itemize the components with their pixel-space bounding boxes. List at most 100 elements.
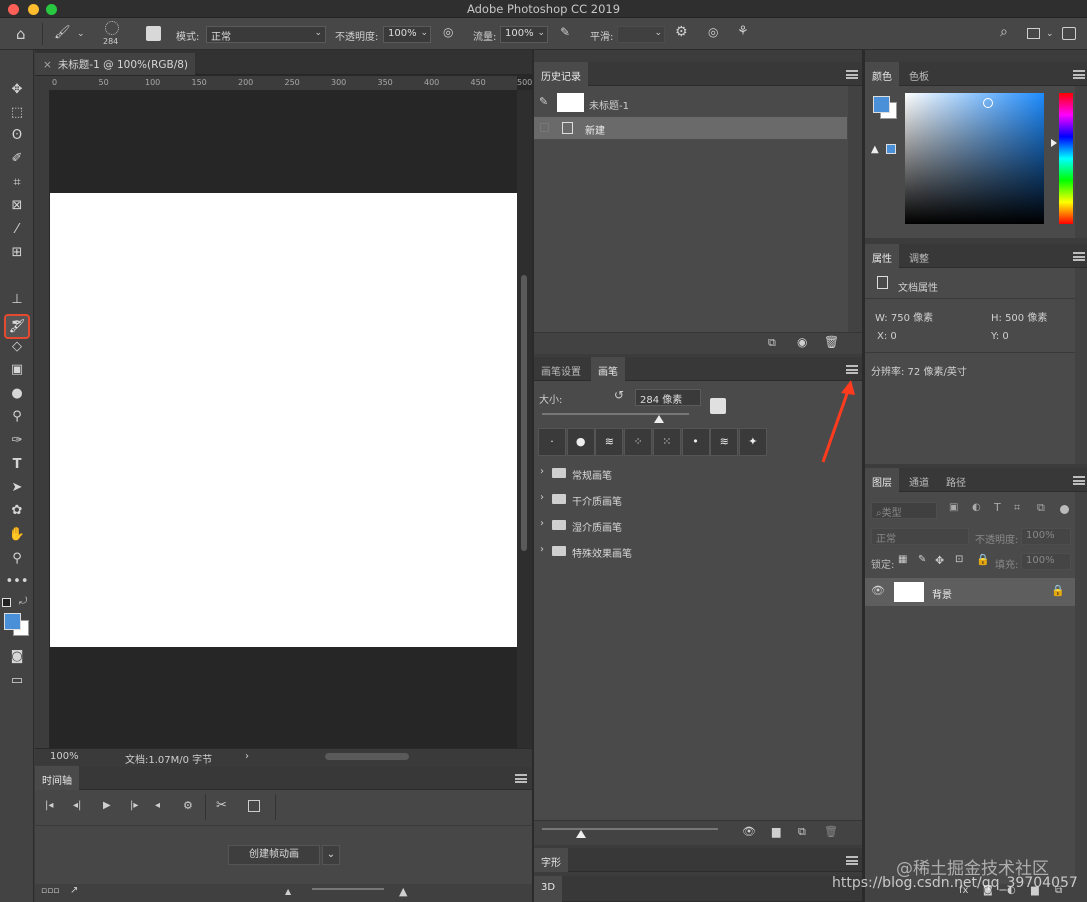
trash-icon[interactable]: 🗑 (824, 335, 839, 349)
layers-panel-menu-icon[interactable] (1073, 476, 1085, 485)
pen-tool-icon[interactable]: ✑ (0, 429, 34, 452)
first-frame-icon[interactable]: |◂ (45, 800, 53, 811)
chevron-right-icon[interactable]: › (540, 492, 544, 503)
pressure-size-icon[interactable]: ◎ (708, 25, 718, 39)
tab-color[interactable]: 颜色 (865, 62, 899, 86)
tab-layers[interactable]: 图层 (865, 468, 899, 492)
color-panel-menu-icon[interactable] (1073, 70, 1085, 79)
default-colors-icon[interactable] (2, 598, 11, 607)
blur-tool-icon[interactable]: ● (0, 382, 34, 405)
chevron-down-icon[interactable]: ⌄ (1046, 29, 1054, 39)
zoom-tool-icon[interactable]: ⚲ (0, 547, 34, 570)
workspace-icon[interactable] (1027, 28, 1040, 39)
next-frame-icon[interactable]: |▸ (130, 800, 138, 811)
folder-icon[interactable]: ▆ (772, 825, 780, 838)
flow-input[interactable]: 100% ⌄ (500, 26, 548, 43)
shape-tool-icon[interactable]: ✿ (0, 499, 34, 522)
chevron-down-icon[interactable]: ⌄ (322, 845, 340, 865)
shape-filter-icon[interactable]: ⌗ (1014, 501, 1020, 515)
pressure-opacity-icon[interactable]: ◎ (443, 25, 453, 39)
layer-filter-select[interactable]: ⌕类型 (871, 502, 937, 519)
move-tool-icon[interactable]: ✥ (0, 78, 34, 101)
glyphs-panel-menu-icon[interactable] (846, 856, 858, 865)
eraser-tool-icon[interactable]: ◇ (0, 335, 34, 358)
chevron-right-icon[interactable]: › (245, 751, 249, 762)
create-frame-animation-button[interactable]: 创建帧动画 (228, 845, 320, 865)
foreground-color-swatch[interactable] (873, 96, 890, 113)
tab-adjustments[interactable]: 调整 (902, 244, 936, 268)
quick-mask-icon[interactable]: ◙ (0, 645, 34, 668)
tab-swatches[interactable]: 色板 (902, 62, 936, 86)
properties-scrollbar[interactable] (1075, 268, 1087, 464)
hue-slider-handle[interactable] (1051, 139, 1057, 147)
trash-icon[interactable]: 🗑 (824, 825, 838, 838)
frame-tool-icon[interactable]: ⊠ (0, 194, 34, 217)
gamut-color-swatch[interactable] (886, 144, 896, 154)
toggle-preview-icon[interactable]: 👁 (742, 825, 756, 838)
zoom-in-icon[interactable]: ▲ (399, 885, 407, 898)
document-tab[interactable]: × 未标题-1 @ 100%(RGB/8) (35, 53, 195, 75)
brush-preset-1[interactable]: · (538, 428, 566, 456)
smoothing-input[interactable]: ⌄ (617, 26, 665, 43)
new-preset-icon[interactable]: ⧉ (798, 825, 806, 839)
brush-size-slider-handle[interactable] (654, 415, 664, 423)
history-state-row[interactable]: 新建 (534, 117, 847, 139)
gamut-warning-icon[interactable]: ▲ (871, 144, 879, 155)
brush-preset-5[interactable]: ⁙ (652, 428, 681, 456)
zoom-level[interactable]: 100% (50, 751, 79, 762)
frames-icon[interactable]: ▫▫▫ (41, 886, 59, 896)
eye-icon[interactable]: 👁 (871, 584, 885, 597)
scissors-icon[interactable]: ✂ (216, 798, 227, 813)
lock-pixels-icon[interactable]: ✎ (918, 554, 926, 565)
lasso-tool-icon[interactable]: ʘ (0, 124, 34, 147)
tab-properties[interactable]: 属性 (865, 244, 899, 268)
lock-icon[interactable]: 🔒 (976, 553, 990, 566)
timeline-panel-menu-icon[interactable] (515, 774, 527, 783)
swap-colors-icon[interactable]: ⤾ (19, 596, 27, 607)
tab-paths[interactable]: 路径 (939, 468, 973, 492)
chevron-right-icon[interactable]: › (540, 466, 544, 477)
properties-panel-menu-icon[interactable] (1073, 252, 1085, 261)
tab-3d[interactable]: 3D (534, 876, 563, 902)
brush-folder-row[interactable]: › 常规画笔 (536, 460, 848, 486)
new-document-from-state-icon[interactable]: ⧉ (768, 336, 776, 350)
brush-preset-7[interactable]: ≋ (710, 428, 739, 456)
color-scrollbar[interactable] (1075, 86, 1087, 238)
brush-size-slider[interactable] (542, 413, 689, 415)
color-picker-cursor[interactable] (983, 98, 993, 108)
lock-artboard-icon[interactable]: ⊡ (955, 554, 963, 565)
audio-icon[interactable]: ◂ (155, 800, 160, 811)
brush-preset-2[interactable]: ● (566, 428, 595, 456)
history-panel-menu-icon[interactable] (846, 70, 858, 79)
tab-history[interactable]: 历史记录 (534, 62, 588, 86)
marquee-tool-icon[interactable]: ⬚ (0, 101, 34, 124)
chevron-right-icon[interactable]: › (540, 544, 544, 555)
path-selection-tool-icon[interactable]: ➤ (0, 476, 34, 499)
foreground-color-swatch[interactable] (4, 613, 21, 630)
color-field[interactable] (905, 93, 1044, 224)
more-tools-icon[interactable]: ••• (0, 570, 34, 593)
brush-panel-menu-icon[interactable] (846, 365, 858, 374)
fill-input[interactable]: 100% (1021, 553, 1071, 570)
brush-folder-row[interactable]: › 干介质画笔 (536, 486, 848, 512)
share-icon[interactable] (1062, 27, 1076, 40)
type-tool-icon[interactable]: T (0, 453, 34, 476)
search-icon[interactable]: ⌕ (1000, 24, 1008, 40)
history-scrollbar[interactable] (848, 86, 862, 332)
mode-select[interactable]: 正常 ⌄ (206, 26, 326, 43)
eyedropper-tool-icon[interactable]: ⁄ (0, 218, 34, 241)
type-filter-icon[interactable]: T (994, 501, 1001, 514)
gear-icon[interactable]: ⚙ (675, 24, 688, 40)
horizontal-scroll-thumb[interactable] (325, 753, 409, 760)
screen-mode-icon[interactable]: ▭ (0, 669, 34, 692)
brush-folder-row[interactable]: › 特殊效果画笔 (536, 538, 848, 564)
smart-object-filter-icon[interactable]: ⧉ (1037, 501, 1045, 515)
tab-timeline[interactable]: 时间轴 (35, 766, 79, 790)
layer-opacity-input[interactable]: 100% (1021, 528, 1071, 545)
lock-transparent-icon[interactable]: ▦ (898, 554, 907, 565)
history-source-checkbox[interactable] (540, 123, 549, 132)
close-icon[interactable]: × (43, 59, 52, 71)
convert-icon[interactable]: ↗ (70, 885, 78, 896)
brush-preset-6[interactable]: • (681, 428, 710, 456)
timeline-zoom-slider[interactable] (312, 888, 384, 890)
